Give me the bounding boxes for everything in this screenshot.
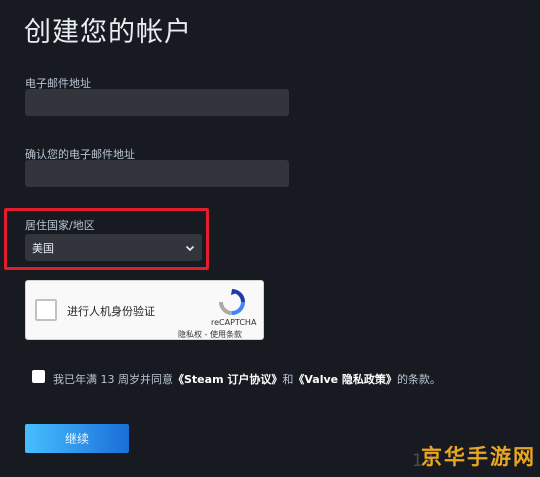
recaptcha-logo-icon [219, 289, 245, 315]
confirm-email-field[interactable] [25, 160, 289, 187]
email-field[interactable] [25, 89, 289, 116]
privacy-link[interactable]: 《Valve 隐私政策》 [293, 373, 397, 386]
agree-checkbox[interactable] [32, 370, 45, 383]
chevron-down-icon [185, 238, 195, 257]
country-select-value: 美国 [32, 241, 54, 255]
agreement-prefix: 我已年满 13 周岁并同意 [53, 373, 173, 386]
country-label: 居住国家/地区 [25, 219, 95, 232]
country-select[interactable]: 美国 [25, 234, 202, 261]
recaptcha-brand: reCAPTCHA [211, 318, 257, 327]
continue-button[interactable]: 继续 [25, 424, 129, 453]
recaptcha-widget: 进行人机身份验证 reCAPTCHA 隐私权 - 使用条款 [25, 280, 264, 340]
recaptcha-links[interactable]: 隐私权 - 使用条款 [178, 329, 242, 340]
recaptcha-checkbox[interactable] [35, 299, 57, 321]
agreement-and: 和 [282, 373, 294, 386]
ssa-link[interactable]: 《Steam 订户协议》 [173, 373, 282, 386]
recaptcha-label: 进行人机身份验证 [67, 305, 155, 318]
watermark: 京华手游网 [421, 445, 536, 469]
agreement-suffix: 的条款。 [396, 373, 441, 386]
page-title: 创建您的帐户 [24, 17, 192, 48]
agreement-text: 我已年满 13 周岁并同意《Steam 订户协议》和《Valve 隐私政策》的条… [53, 371, 441, 387]
